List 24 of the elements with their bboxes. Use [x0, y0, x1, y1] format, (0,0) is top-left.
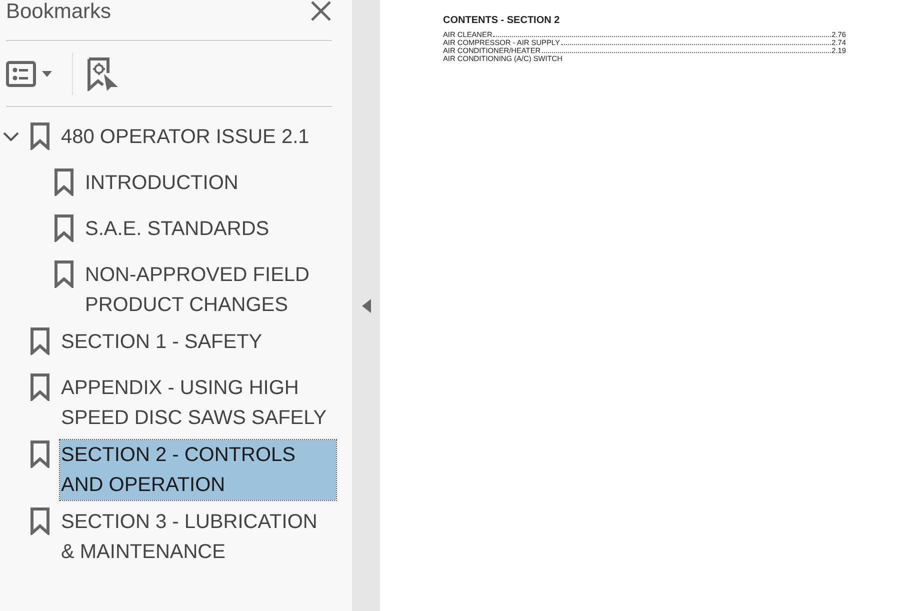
bookmark-icon: [30, 122, 50, 150]
bookmark-item[interactable]: SECTION 3 - LUBRICATION & MAINTENANCE: [60, 507, 336, 567]
caret-icon: [42, 70, 52, 76]
bookmark-icon: [54, 168, 74, 196]
bookmark-item[interactable]: 480 OPERATOR ISSUE 2.1: [60, 122, 336, 152]
bookmark-item[interactable]: NON-APPROVED FIELD PRODUCT CHANGES: [84, 260, 336, 320]
bookmark-item[interactable]: S.A.E. STANDARDS: [84, 214, 336, 244]
bookmark-locate-icon[interactable]: [87, 56, 119, 90]
list-icon: [6, 60, 36, 86]
document-heading: CONTENTS - SECTION 2: [443, 15, 561, 26]
options-menu-button[interactable]: [6, 60, 52, 86]
bookmark-icon: [30, 440, 50, 468]
bookmark-icon: [30, 507, 50, 535]
bookmark-item[interactable]: INTRODUCTION: [84, 168, 336, 198]
bookmark-icon: [30, 327, 50, 355]
bookmark-icon: [30, 373, 50, 401]
bookmark-icon: [54, 214, 74, 242]
bookmark-item[interactable]: APPENDIX - USING HIGH SPEED DISC SAWS SAFELY: [60, 373, 336, 433]
bookmark-item[interactable]: SECTION 1 - SAFETY: [60, 327, 336, 357]
bookmark-item[interactable]: SECTION 2 - CONTROLS AND OPERATION: [60, 440, 336, 500]
collapse-panel-icon[interactable]: [362, 298, 370, 312]
bookmark-icon: [54, 260, 74, 288]
close-icon[interactable]: [310, 0, 332, 22]
panel-title: Bookmarks: [6, 1, 112, 23]
